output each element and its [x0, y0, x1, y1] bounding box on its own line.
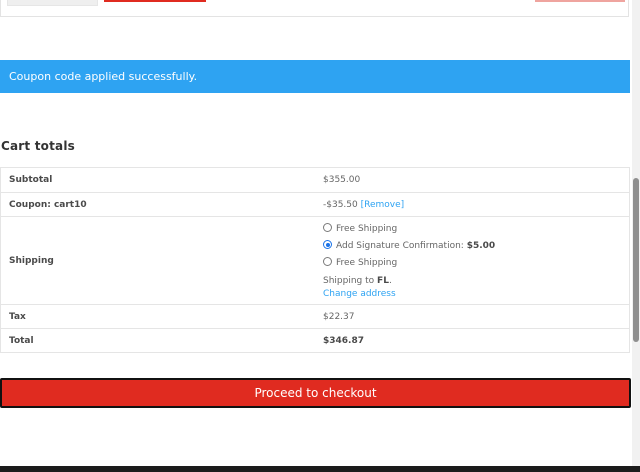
radio-free-shipping-2[interactable]: [323, 257, 332, 266]
cart-totals-title: Cart totals: [1, 139, 76, 153]
coupon-code-input[interactable]: [7, 0, 98, 6]
shipping-option-free-2[interactable]: Free Shipping: [323, 256, 495, 273]
cart-totals-table: Subtotal $355.00 Coupon: cart10 -$35.50 …: [0, 167, 630, 353]
coupon-value-cell: -$35.50 [Remove]: [323, 200, 404, 210]
tax-row: Tax $22.37: [1, 304, 629, 328]
shipping-option-free-1[interactable]: Free Shipping: [323, 222, 495, 239]
radio-free-shipping-1[interactable]: [323, 223, 332, 232]
cart-actions-row: [0, 0, 629, 17]
proceed-to-checkout-button[interactable]: Proceed to checkout: [0, 378, 631, 408]
shipping-destination: Shipping to FL.: [323, 274, 495, 287]
shipping-option-label: Add Signature Confirmation:: [336, 241, 464, 251]
shipping-to-state: FL: [377, 276, 389, 286]
shipping-row: Shipping Free Shipping Add Signature Con…: [1, 216, 629, 304]
remove-coupon-link[interactable]: [Remove]: [361, 200, 405, 210]
total-label: Total: [9, 336, 34, 346]
shipping-options: Free Shipping Add Signature Confirmation…: [323, 222, 495, 301]
shipping-to-prefix: Shipping to: [323, 276, 375, 286]
shipping-option-price: $5.00: [466, 241, 496, 251]
subtotal-value: $355.00: [323, 175, 361, 185]
coupon-discount: -$35.50: [323, 200, 358, 210]
notice-text: Coupon code applied successfully.: [9, 70, 198, 83]
page-scrollbar[interactable]: [632, 0, 640, 466]
shipping-option-label: Free Shipping: [336, 224, 398, 234]
subtotal-label: Subtotal: [9, 175, 53, 185]
subtotal-row: Subtotal $355.00: [1, 168, 629, 192]
tax-value: $22.37: [323, 312, 355, 322]
total-value: $346.87: [323, 336, 364, 346]
radio-signature-confirmation[interactable]: [323, 240, 332, 249]
tax-label: Tax: [9, 312, 26, 322]
cart-page: Coupon code applied successfully. Cart t…: [0, 0, 640, 472]
coupon-label: Coupon: cart10: [9, 200, 87, 210]
apply-coupon-button[interactable]: [104, 0, 206, 2]
coupon-success-notice: Coupon code applied successfully.: [0, 60, 630, 93]
scrollbar-thumb[interactable]: [633, 178, 639, 342]
shipping-to-suffix: .: [388, 276, 392, 286]
change-address-link[interactable]: Change address: [323, 287, 495, 301]
update-cart-button[interactable]: [535, 0, 625, 2]
shipping-option-label: Free Shipping: [336, 258, 398, 268]
window-bottom-edge: [0, 466, 640, 472]
shipping-label: Shipping: [9, 256, 54, 266]
shipping-option-signature[interactable]: Add Signature Confirmation: $5.00: [323, 239, 495, 256]
total-row: Total $346.87: [1, 328, 629, 352]
coupon-row: Coupon: cart10 -$35.50 [Remove]: [1, 192, 629, 216]
